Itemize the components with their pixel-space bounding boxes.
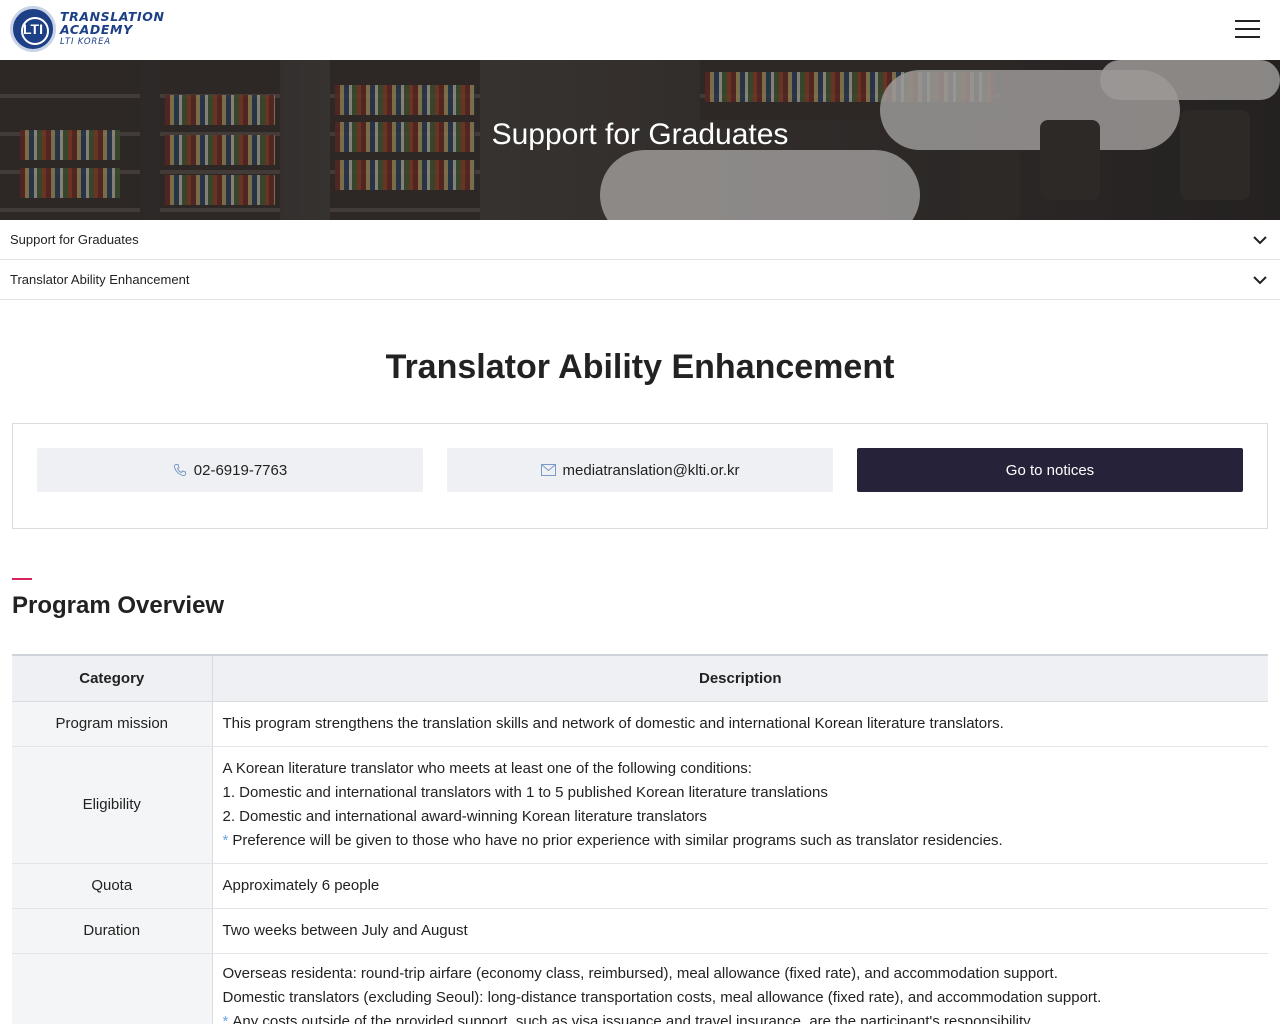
row-description: Two weeks between July and August — [212, 908, 1268, 954]
go-to-notices-label: Go to notices — [1005, 461, 1095, 479]
column-header-category: Category — [12, 654, 213, 702]
dropdown-section[interactable]: Support for Graduates — [0, 220, 1280, 260]
logo-text-line2: ACADEMY — [60, 21, 133, 37]
row-category: Quota — [12, 863, 213, 909]
site-logo[interactable]: LTI TRANSLATION ACADEMY LTI KOREA — [10, 6, 165, 52]
dropdown-section-label: Support for Graduates — [10, 232, 139, 247]
site-header: LTI TRANSLATION ACADEMY LTI KOREA — [0, 0, 1280, 60]
hamburger-icon[interactable] — [1235, 19, 1260, 39]
note-marker: * — [222, 831, 229, 849]
note-marker: * — [222, 1012, 229, 1024]
section-accent-bar — [12, 578, 32, 580]
go-to-notices-button[interactable]: Go to notices — [857, 448, 1243, 492]
table-row: Quota Approximately 6 people — [12, 863, 1268, 909]
table-row: Program mission This program strengthens… — [12, 701, 1268, 747]
email-button[interactable]: mediatranslation@klti.or.kr — [447, 448, 833, 492]
dropdown-subsection[interactable]: Translator Ability Enhancement — [0, 260, 1280, 300]
email-address: mediatranslation@klti.or.kr — [562, 461, 740, 479]
program-overview-table: Category Description Program mission Thi… — [12, 654, 1268, 1024]
row-category: Program mission — [12, 701, 213, 747]
academy-emblem-icon: LTI — [10, 6, 56, 52]
envelope-icon — [540, 464, 556, 476]
table-row: Overseas residenta: round-trip airfare (… — [12, 953, 1268, 1024]
note-line: * Preference will be given to those who h… — [222, 831, 1003, 849]
table-row: Duration Two weeks between July and Augu… — [12, 908, 1268, 954]
row-description: This program strengthens the translation… — [212, 701, 1268, 747]
table-header-row: Category Description — [12, 654, 1268, 702]
row-category — [12, 953, 213, 1024]
chevron-down-icon — [1253, 276, 1267, 285]
contact-box: 02-6919-7763 mediatranslation@klti.or.kr… — [12, 423, 1268, 529]
hero-title: Support for Graduates — [491, 118, 789, 151]
row-description: Overseas residenta: round-trip airfare (… — [212, 953, 1268, 1024]
phone-icon — [173, 464, 186, 477]
column-header-description: Description — [212, 654, 1268, 702]
logo-text-line3: LTI KOREA — [60, 37, 111, 48]
row-description: Approximately 6 people — [212, 863, 1268, 909]
note-line: * Any costs outside of the provided suppo… — [223, 1010, 1259, 1024]
row-description: A Korean literature translator who meets… — [212, 746, 1268, 864]
page-title: Translator Ability Enhancement — [385, 348, 895, 386]
hero-banner: Support for Graduates — [0, 60, 1280, 220]
section-title: Program Overview — [12, 592, 225, 619]
row-category: Duration — [12, 908, 213, 954]
chevron-down-icon — [1253, 236, 1267, 245]
row-category: Eligibility — [12, 746, 213, 864]
table-row: Eligibility A Korean literature translat… — [12, 746, 1268, 864]
phone-button[interactable]: 02-6919-7763 — [37, 448, 423, 492]
phone-number: 02-6919-7763 — [193, 461, 288, 479]
dropdown-subsection-label: Translator Ability Enhancement — [10, 272, 190, 287]
